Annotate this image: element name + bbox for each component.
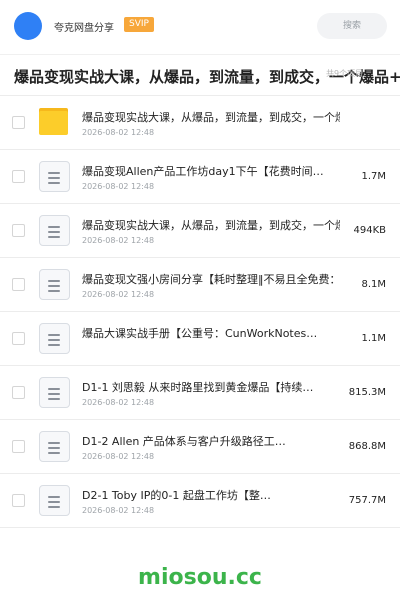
avatar[interactable] xyxy=(14,12,42,40)
file-size: 1.7M xyxy=(361,171,386,182)
file-row[interactable]: 爆品变现实战大课，从爆品，到流量，到成交，一个爆品… 2026-08-02 12… xyxy=(0,96,400,150)
file-name: 爆品变现文强小房间分享【耗时整理‖不易且全免费：c… xyxy=(82,273,340,286)
file-row[interactable]: 爆品大课实战手册【公重号：CunWorkNotes… 1.1M xyxy=(0,312,400,366)
file-date: 2026-08-02 12:48 xyxy=(82,182,155,191)
document-icon xyxy=(39,215,70,246)
row-checkbox[interactable] xyxy=(12,332,25,345)
file-row[interactable]: D2-1 Toby IP的0-1 起盘工作坊【整… 2026-08-02 12:… xyxy=(0,474,400,528)
file-name: 爆品变现Allen产品工作坊day1下午【花费时间… xyxy=(82,165,324,178)
file-row[interactable]: D1-2 Allen 产品体系与客户升级路径工… 2026-08-02 12:4… xyxy=(0,420,400,474)
document-icon xyxy=(39,485,70,516)
document-icon xyxy=(39,431,70,462)
file-list: 爆品变现实战大课，从爆品，到流量，到成交，一个爆品… 2026-08-02 12… xyxy=(0,96,400,528)
app-name: 夸克网盘分享 xyxy=(54,23,114,34)
file-size: 8.1M xyxy=(361,279,386,290)
document-icon xyxy=(39,269,70,300)
file-size: 494KB xyxy=(353,225,386,236)
file-row[interactable]: 爆品变现文强小房间分享【耗时整理‖不易且全免费：c… 2026-08-02 12… xyxy=(0,258,400,312)
document-icon xyxy=(39,161,70,192)
row-checkbox[interactable] xyxy=(12,494,25,507)
row-checkbox[interactable] xyxy=(12,116,25,129)
file-name: D1-1 刘思毅 从来时路里找到黄金爆品【持续… xyxy=(82,381,314,394)
file-name: D1-2 Allen 产品体系与客户升级路径工… xyxy=(82,435,286,448)
file-size: 815.3M xyxy=(348,387,386,398)
file-size: 1.1M xyxy=(361,333,386,344)
watermark: miosou.cc xyxy=(138,565,262,590)
file-row[interactable]: D1-1 刘思毅 从来时路里找到黄金爆品【持续… 2026-08-02 12:4… xyxy=(0,366,400,420)
file-size: 868.8M xyxy=(348,441,386,452)
file-date: 2026-08-02 12:48 xyxy=(82,452,155,461)
folder-icon xyxy=(39,107,70,138)
file-date: 2026-08-02 12:48 xyxy=(82,290,155,299)
file-date: 2026-08-02 12:48 xyxy=(82,506,155,515)
svip-badge: SVIP xyxy=(124,17,154,32)
file-name: D2-1 Toby IP的0-1 起盘工作坊【整… xyxy=(82,489,271,502)
share-title-bar: 爆品变现实战大课，从爆品，到流量，到成交，一个爆品+Ⅰ 共9个项目 xyxy=(0,54,400,96)
item-count-label: 共9个项目 xyxy=(326,69,364,78)
document-icon xyxy=(39,377,70,408)
document-icon xyxy=(39,323,70,354)
row-checkbox[interactable] xyxy=(12,440,25,453)
search-button[interactable]: 搜索 xyxy=(317,13,387,39)
file-row[interactable]: 爆品变现实战大课，从爆品，到流量，到成交，一个爆品… 2026-08-02 12… xyxy=(0,204,400,258)
file-date: 2026-08-02 12:48 xyxy=(82,398,155,407)
file-date: 2026-08-02 12:48 xyxy=(82,236,155,245)
top-bar: 夸克网盘分享 SVIP 搜索 xyxy=(0,0,400,52)
row-checkbox[interactable] xyxy=(12,278,25,291)
file-name: 爆品变现实战大课，从爆品，到流量，到成交，一个爆品… xyxy=(82,111,340,124)
row-checkbox[interactable] xyxy=(12,170,25,183)
file-row[interactable]: 爆品变现Allen产品工作坊day1下午【花费时间… 2026-08-02 12… xyxy=(0,150,400,204)
row-checkbox[interactable] xyxy=(12,224,25,237)
file-name: 爆品大课实战手册【公重号：CunWorkNotes… xyxy=(82,327,318,340)
file-size: 757.7M xyxy=(348,495,386,506)
row-checkbox[interactable] xyxy=(12,386,25,399)
file-date: 2026-08-02 12:48 xyxy=(82,128,155,137)
file-name: 爆品变现实战大课，从爆品，到流量，到成交，一个爆品… xyxy=(82,219,340,232)
